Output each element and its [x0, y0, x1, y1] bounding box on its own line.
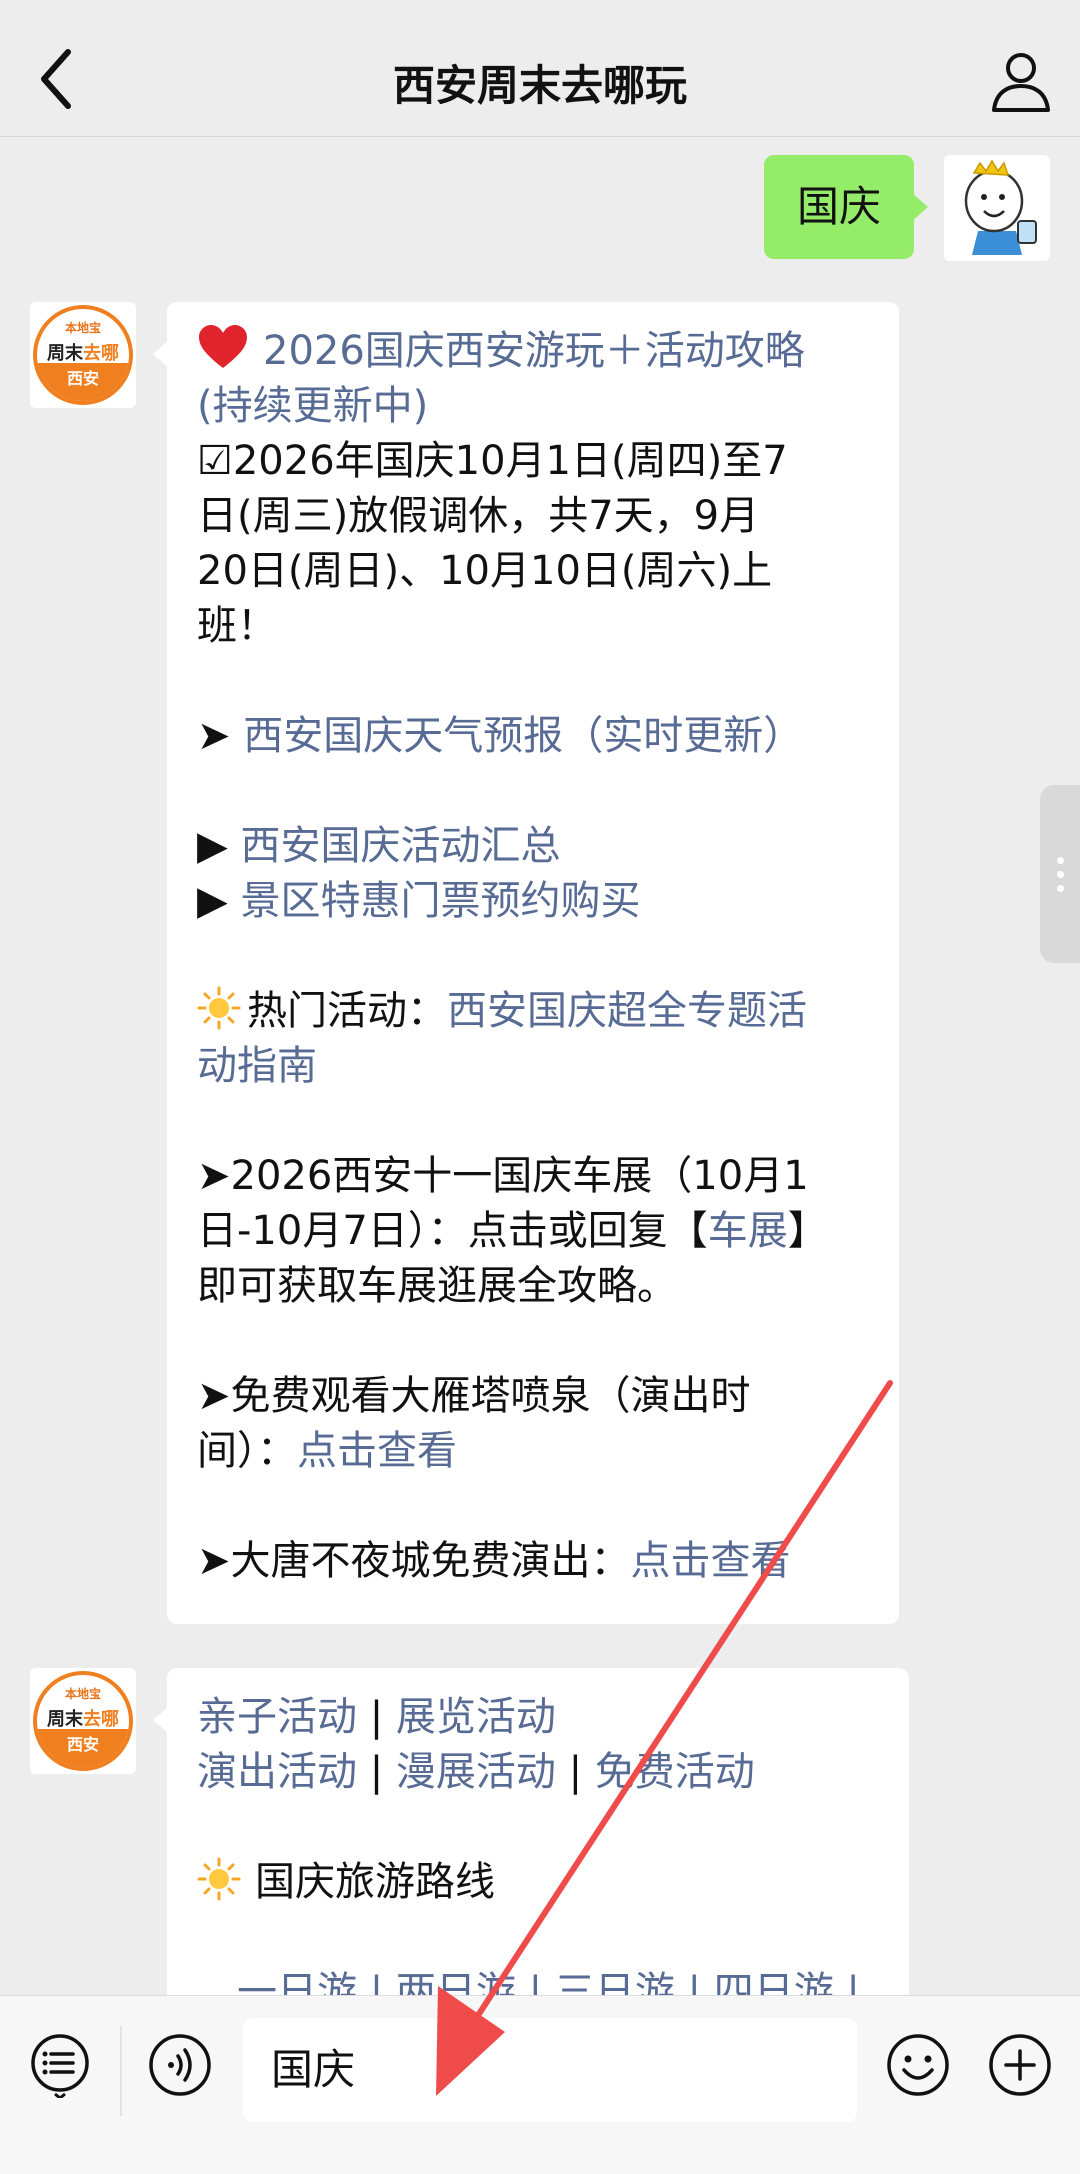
triangle-bullet: ▶ — [197, 823, 241, 869]
message-title[interactable]: 2026国庆西安游玩＋活动攻略 — [197, 324, 871, 379]
outgoing-message-text: 国庆 — [796, 182, 881, 231]
fountain-link[interactable]: 点击查看 — [297, 1428, 457, 1474]
logo-brand-top: 本地宝 — [64, 1687, 101, 1701]
heart-icon — [199, 325, 247, 368]
category-row: 亲子活动 | 展览活动 — [197, 1694, 556, 1740]
official-account-avatar[interactable]: 本地宝 周末去哪 西安 — [30, 302, 136, 408]
holiday-text-line: ☑2026年国庆10月1日(周四)至7 — [197, 438, 788, 484]
incoming-message-bubble: 2026国庆西安游玩＋活动攻略 (持续更新中) ☑2026年国庆10月1日(周四… — [153, 302, 899, 1624]
guide-title-link[interactable]: 2026国庆西安游玩＋活动攻略 — [263, 328, 805, 374]
cartoon-avatar-icon — [944, 155, 1050, 261]
category-link-kids[interactable]: 亲子活动 — [197, 1694, 357, 1740]
hot-activity-link[interactable]: 西安国庆超全专题活 — [447, 988, 807, 1034]
chat-title: 西安周末去哪玩 — [392, 61, 687, 110]
route-label: 国庆旅游路线 — [255, 1859, 495, 1905]
user-avatar[interactable] — [944, 155, 1050, 261]
official-account-avatar[interactable]: 本地宝 周末去哪 西安 — [30, 1668, 136, 1774]
holiday-text-line: 班！ — [197, 603, 277, 649]
auto-show-text: 日-10月7日）：点击或回复【车展】 — [197, 1208, 828, 1254]
auto-show-text: 即可获取车展逛展全攻略。 — [197, 1263, 677, 1309]
logo-brand-top: 本地宝 — [64, 321, 101, 335]
fountain-text: ➤免费观看大雁塔喷泉（演出时 — [197, 1373, 751, 1419]
auto-show-link[interactable]: 车展 — [708, 1208, 788, 1254]
holiday-text-line: 日(周三)放假调休，共7天，9月 — [197, 493, 760, 539]
logo-city: 西安 — [37, 363, 129, 401]
incoming-message-bubble: 亲子活动 | 展览活动 演出活动 | 漫展活动 | 免费活动 国庆旅游路线 一日… — [153, 1668, 909, 2015]
menu-list-icon[interactable] — [27, 2032, 93, 2098]
chat-header: 西安周末去哪玩 — [0, 0, 1080, 137]
events-link[interactable]: 西安国庆活动汇总 — [240, 823, 560, 869]
logo-city: 西安 — [37, 1729, 129, 1767]
message-input-value: 国庆 — [271, 2045, 356, 2094]
hot-activity-item: 热门活动：西安国庆超全专题活 — [197, 984, 871, 1039]
guide-title-link-cont[interactable]: (持续更新中) — [197, 379, 871, 434]
fountain-text: 间）：点击查看 — [197, 1428, 457, 1474]
brand-logo: 本地宝 周末去哪 西安 — [33, 305, 133, 405]
category-link-shows[interactable]: 演出活动 — [197, 1749, 357, 1795]
outgoing-message-bubble[interactable]: 国庆 — [764, 155, 928, 259]
weather-item: ➤ 西安国庆天气预报（实时更新） — [197, 709, 871, 764]
voice-input-icon[interactable] — [147, 2032, 213, 2098]
sun-icon — [197, 986, 241, 1030]
arrow-bullet: ➤ — [197, 713, 244, 759]
emoji-icon[interactable] — [885, 2032, 951, 2098]
events-item: ▶ 西安国庆活动汇总 — [197, 819, 871, 874]
tickets-link[interactable]: 景区特惠门票预约购买 — [240, 878, 640, 924]
logo-brand-main: 周末去哪 — [47, 1709, 119, 1730]
side-drawer-handle[interactable] — [1040, 785, 1080, 963]
message-input[interactable]: 国庆 — [243, 2018, 857, 2122]
route-heading: 国庆旅游路线 — [197, 1855, 881, 1910]
triangle-bullet: ▶ — [197, 878, 241, 924]
divider — [120, 2026, 122, 2116]
brand-logo: 本地宝 周末去哪 西安 — [33, 1671, 133, 1771]
sun-icon — [197, 1857, 241, 1901]
category-row: 演出活动 | 漫展活动 | 免费活动 — [197, 1749, 755, 1795]
holiday-text-line: 20日(周日)、10月10日(周六)上 — [197, 548, 773, 594]
profile-icon[interactable] — [988, 48, 1054, 114]
category-link-free[interactable]: 免费活动 — [595, 1749, 755, 1795]
auto-show-text: ➤2026西安十一国庆车展（10月1 — [197, 1153, 809, 1199]
add-plus-icon[interactable] — [987, 2032, 1053, 2098]
hot-activity-link-cont[interactable]: 动指南 — [197, 1039, 871, 1094]
category-link-comic[interactable]: 漫展活动 — [396, 1749, 556, 1795]
tang-show-text: ➤大唐不夜城免费演出：点击查看 — [197, 1538, 791, 1584]
tang-show-link[interactable]: 点击查看 — [631, 1538, 791, 1584]
hot-activity-label: 热门活动： — [247, 988, 447, 1034]
tickets-item: ▶ 景区特惠门票预约购买 — [197, 874, 871, 929]
input-bar: 国庆 — [0, 1995, 1080, 2174]
logo-brand-main: 周末去哪 — [47, 343, 119, 364]
weather-link[interactable]: 西安国庆天气预报（实时更新） — [243, 713, 803, 759]
category-link-exhibitions[interactable]: 展览活动 — [396, 1694, 556, 1740]
